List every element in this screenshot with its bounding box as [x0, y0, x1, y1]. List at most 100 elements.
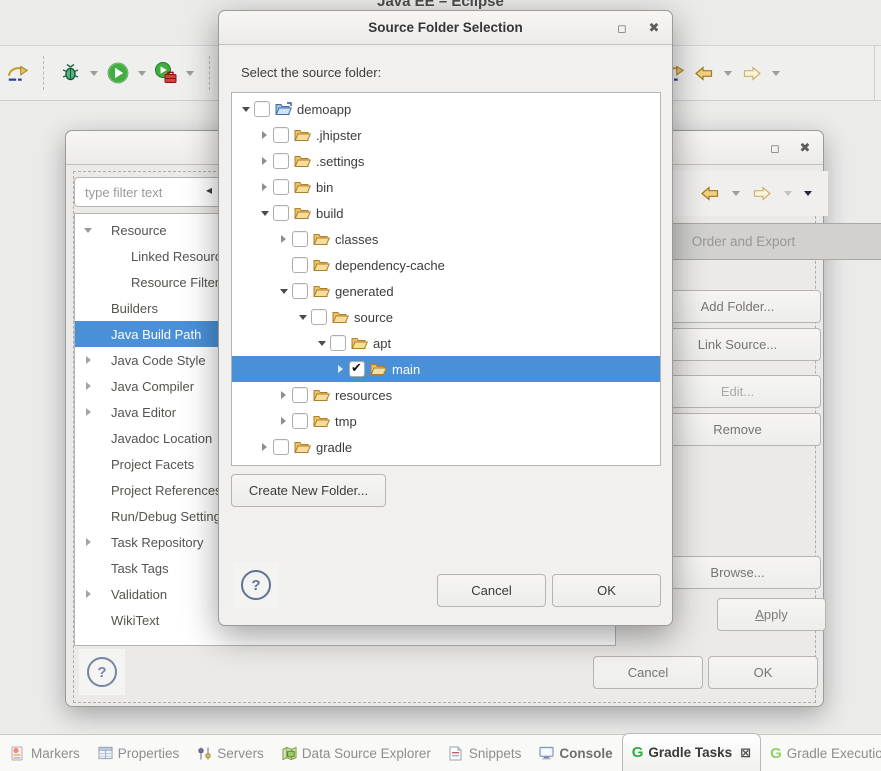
- chevron-right-icon[interactable]: [257, 131, 272, 139]
- add-folder-button[interactable]: Add Folder...: [654, 290, 821, 323]
- tree-row[interactable]: .settings: [232, 148, 660, 174]
- tab-properties[interactable]: Properties: [89, 735, 189, 771]
- chevron-right-icon[interactable]: [81, 382, 95, 390]
- tab-data-source-explorer[interactable]: Data Source Explorer: [273, 735, 440, 771]
- tree-row[interactable]: dependency-cache: [232, 252, 660, 278]
- tree-row[interactable]: resources: [232, 382, 660, 408]
- tab-servers[interactable]: Servers: [188, 735, 273, 771]
- chevron-right-icon[interactable]: [81, 408, 95, 416]
- chevron-right-icon[interactable]: [81, 356, 95, 364]
- chevron-right-icon[interactable]: [257, 183, 272, 191]
- cancel-button[interactable]: Cancel: [437, 574, 546, 607]
- tab-markers[interactable]: Markers: [2, 735, 89, 771]
- last-edit-location-icon[interactable]: [6, 61, 30, 85]
- chevron-right-icon[interactable]: [81, 590, 95, 598]
- dropdown-arrow-icon[interactable]: [724, 71, 732, 76]
- forward-arrow-icon[interactable]: [750, 182, 774, 206]
- forward-arrow-icon[interactable]: [740, 61, 764, 85]
- maximize-icon[interactable]: ◻: [612, 18, 632, 38]
- chevron-down-icon[interactable]: [314, 341, 329, 346]
- tree-row[interactable]: tmp: [232, 408, 660, 434]
- tree-row[interactable]: generated: [232, 278, 660, 304]
- browse-button[interactable]: Browse...: [654, 556, 821, 589]
- chevron-down-icon[interactable]: [276, 289, 291, 294]
- tree-row[interactable]: build: [232, 200, 660, 226]
- filter-clear-icon[interactable]: ◂: [206, 183, 212, 197]
- ok-button[interactable]: OK: [708, 656, 818, 689]
- edit-button[interactable]: Edit...: [654, 375, 821, 408]
- tree-row[interactable]: demoapp: [232, 96, 660, 122]
- view-menu-icon[interactable]: [804, 191, 812, 196]
- tab-console[interactable]: Console: [530, 735, 621, 771]
- help-button-area: ?: [233, 562, 279, 608]
- checkbox[interactable]: [349, 361, 365, 377]
- checkbox[interactable]: [292, 413, 308, 429]
- checkbox[interactable]: [292, 387, 308, 403]
- tree-row[interactable]: apt: [232, 330, 660, 356]
- close-icon[interactable]: ⊠: [740, 745, 751, 761]
- bottom-view-tabbar: Markers Properties Servers Data Source E…: [0, 734, 881, 771]
- sidebar-item-label: Project Facets: [95, 457, 194, 472]
- checkbox[interactable]: [292, 257, 308, 273]
- tree-row[interactable]: main: [232, 356, 660, 382]
- chevron-right-icon[interactable]: [276, 417, 291, 425]
- checkbox[interactable]: [254, 101, 270, 117]
- chevron-right-icon[interactable]: [276, 235, 291, 243]
- sidebar-item-label: Java Compiler: [95, 379, 194, 394]
- tree-row[interactable]: classes: [232, 226, 660, 252]
- chevron-right-icon[interactable]: [257, 443, 272, 451]
- chevron-down-icon[interactable]: [238, 107, 253, 112]
- checkbox[interactable]: [273, 179, 289, 195]
- help-icon[interactable]: ?: [241, 570, 271, 600]
- debug-icon[interactable]: [58, 61, 82, 85]
- link-source-button[interactable]: Link Source...: [654, 328, 821, 361]
- back-arrow-icon[interactable]: [692, 61, 716, 85]
- dropdown-arrow-icon[interactable]: [772, 71, 780, 76]
- ok-button[interactable]: OK: [552, 574, 661, 607]
- help-icon[interactable]: ?: [87, 657, 117, 687]
- chevron-down-icon[interactable]: [257, 211, 272, 216]
- maximize-icon[interactable]: ◻: [765, 138, 785, 158]
- dialog-title: Source Folder Selection: [368, 20, 523, 35]
- chevron-down-icon[interactable]: [295, 315, 310, 320]
- checkbox[interactable]: [273, 127, 289, 143]
- apply-button[interactable]: Apply: [717, 598, 826, 631]
- tab-gradle-executions[interactable]: GGradle Executions: [761, 735, 881, 771]
- back-history-dropdown-icon[interactable]: [732, 191, 740, 196]
- tree-row[interactable]: bin: [232, 174, 660, 200]
- tree-row[interactable]: .jhipster: [232, 122, 660, 148]
- checkbox[interactable]: [273, 205, 289, 221]
- tab-gradle-tasks[interactable]: GGradle Tasks⊠: [622, 733, 761, 771]
- forward-history-dropdown-icon[interactable]: [784, 191, 792, 196]
- checkbox[interactable]: [311, 309, 327, 325]
- run-icon[interactable]: [106, 61, 130, 85]
- run-external-tools-icon[interactable]: [154, 61, 178, 85]
- sidebar-item-label: Linked Resources: [95, 249, 235, 264]
- create-new-folder-button[interactable]: Create New Folder...: [231, 474, 386, 507]
- dropdown-arrow-icon[interactable]: [138, 71, 146, 76]
- tree-row[interactable]: source: [232, 304, 660, 330]
- snippets-icon: [449, 746, 464, 761]
- folder-icon: [294, 440, 311, 454]
- checkbox[interactable]: [292, 231, 308, 247]
- chevron-right-icon[interactable]: [333, 365, 348, 373]
- source-folder-dialog-titlebar[interactable]: Source Folder Selection ◻ ✖: [219, 11, 672, 45]
- close-icon[interactable]: ✖: [795, 138, 815, 158]
- cancel-button[interactable]: Cancel: [593, 656, 703, 689]
- close-icon[interactable]: ✖: [644, 18, 664, 38]
- tree-row[interactable]: gradle: [232, 434, 660, 460]
- checkbox[interactable]: [330, 335, 346, 351]
- remove-button[interactable]: Remove: [654, 413, 821, 446]
- dropdown-arrow-icon[interactable]: [90, 71, 98, 76]
- checkbox[interactable]: [292, 283, 308, 299]
- folder-icon: [313, 284, 330, 298]
- chevron-right-icon[interactable]: [276, 391, 291, 399]
- checkbox[interactable]: [273, 439, 289, 455]
- chevron-right-icon[interactable]: [81, 538, 95, 546]
- checkbox[interactable]: [273, 153, 289, 169]
- dropdown-arrow-icon[interactable]: [186, 71, 194, 76]
- chevron-right-icon[interactable]: [257, 157, 272, 165]
- tab-snippets[interactable]: Snippets: [440, 735, 531, 771]
- back-arrow-icon[interactable]: [698, 182, 722, 206]
- chevron-down-icon[interactable]: [81, 228, 95, 233]
